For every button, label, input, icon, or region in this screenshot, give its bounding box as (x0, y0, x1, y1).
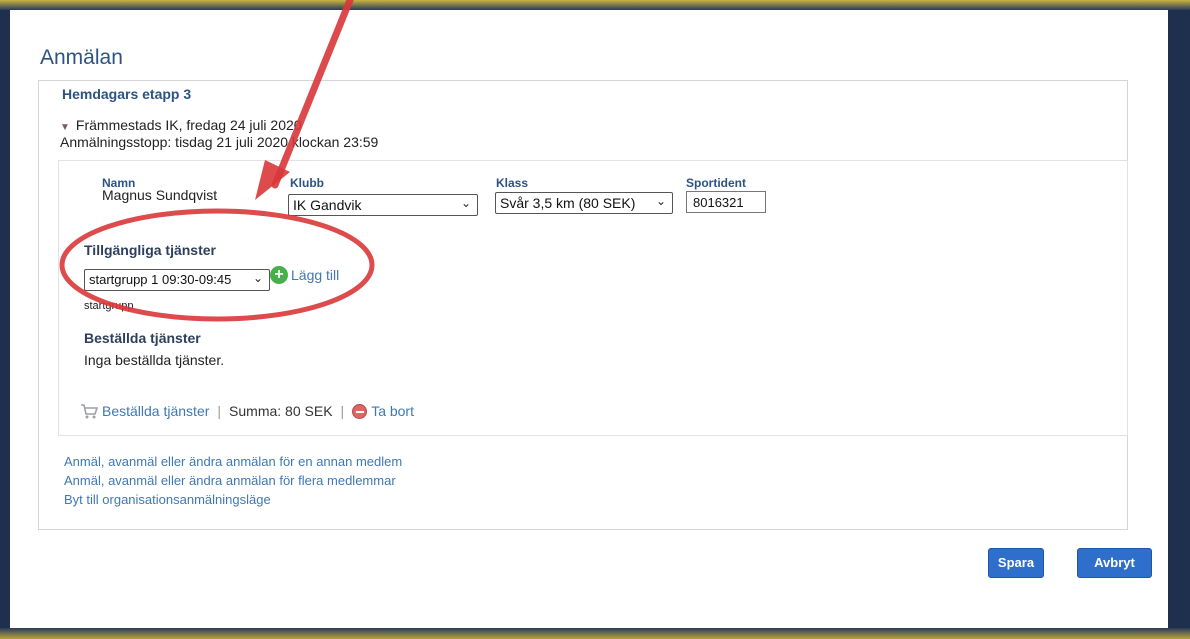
add-service-label: Lägg till (291, 267, 340, 283)
available-services-heading: Tillgängliga tjänster (84, 242, 216, 258)
cart-icon (81, 404, 98, 419)
page-title: Anmälan (40, 46, 123, 69)
chevron-down-icon: ⌄ (460, 196, 471, 210)
link-multiple-members[interactable]: Anmäl, avanmäl eller ändra anmälan för f… (64, 471, 402, 490)
event-info: ▼ Främmestads IK, fredag 24 juli 2020 Anm… (60, 118, 378, 150)
class-select[interactable]: Svår 3,5 km (80 SEK) ⌄ (495, 192, 673, 214)
runner-name: Magnus Sundqvist (102, 187, 218, 203)
club-select[interactable]: IK Gandvik ⌄ (288, 194, 478, 216)
club-column-label: Klubb (290, 176, 324, 190)
summary-row: Beställda tjänster | Summa: 80 SEK | Ta … (80, 403, 414, 419)
sportident-column-label: Sportident (686, 176, 746, 190)
event-legend: Hemdagars etapp 3 (58, 86, 196, 102)
remove-circle-icon (352, 403, 368, 419)
plus-circle-icon: + (270, 266, 288, 284)
sportident-input[interactable]: 8016321 (686, 191, 766, 213)
event-organizer-date: Främmestads IK, fredag 24 juli 2020 (75, 117, 302, 133)
ordered-services-heading: Beställda tjänster (84, 330, 201, 346)
add-service-button[interactable]: + Lägg till (270, 266, 339, 284)
event-deadline: Anmälningsstopp: tisdag 21 juli 2020 klo… (60, 134, 379, 150)
separator: | (340, 403, 345, 419)
ordered-services-empty: Inga beställda tjänster. (84, 352, 225, 368)
chevron-down-icon: ⌄ (655, 194, 666, 208)
chevron-down-icon: ⌄ (252, 271, 263, 285)
class-select-value: Svår 3,5 km (80 SEK) (500, 195, 636, 211)
bottom-edge (0, 628, 1190, 639)
service-type-caption: startgrupp (84, 300, 134, 312)
link-organisation-mode[interactable]: Byt till organisationsanmälningsläge (64, 490, 402, 509)
top-edge (0, 0, 1190, 10)
save-button[interactable]: Spara (988, 548, 1044, 578)
triangle-down-icon[interactable]: ▼ (60, 120, 70, 135)
service-select[interactable]: startgrupp 1 09:30-09:45 ⌄ (84, 269, 270, 291)
link-other-member[interactable]: Anmäl, avanmäl eller ändra anmälan för e… (64, 452, 402, 471)
sum-label: Summa: 80 SEK (229, 403, 333, 419)
member-links: Anmäl, avanmäl eller ändra anmälan för e… (64, 452, 402, 509)
cancel-button[interactable]: Avbryt (1077, 548, 1152, 578)
separator: | (217, 403, 222, 419)
class-column-label: Klass (496, 176, 529, 190)
ordered-services-link[interactable]: Beställda tjänster (102, 403, 209, 419)
remove-entry-link[interactable]: Ta bort (371, 403, 414, 419)
club-select-value: IK Gandvik (293, 197, 362, 213)
service-select-value: startgrupp 1 09:30-09:45 (89, 272, 232, 287)
